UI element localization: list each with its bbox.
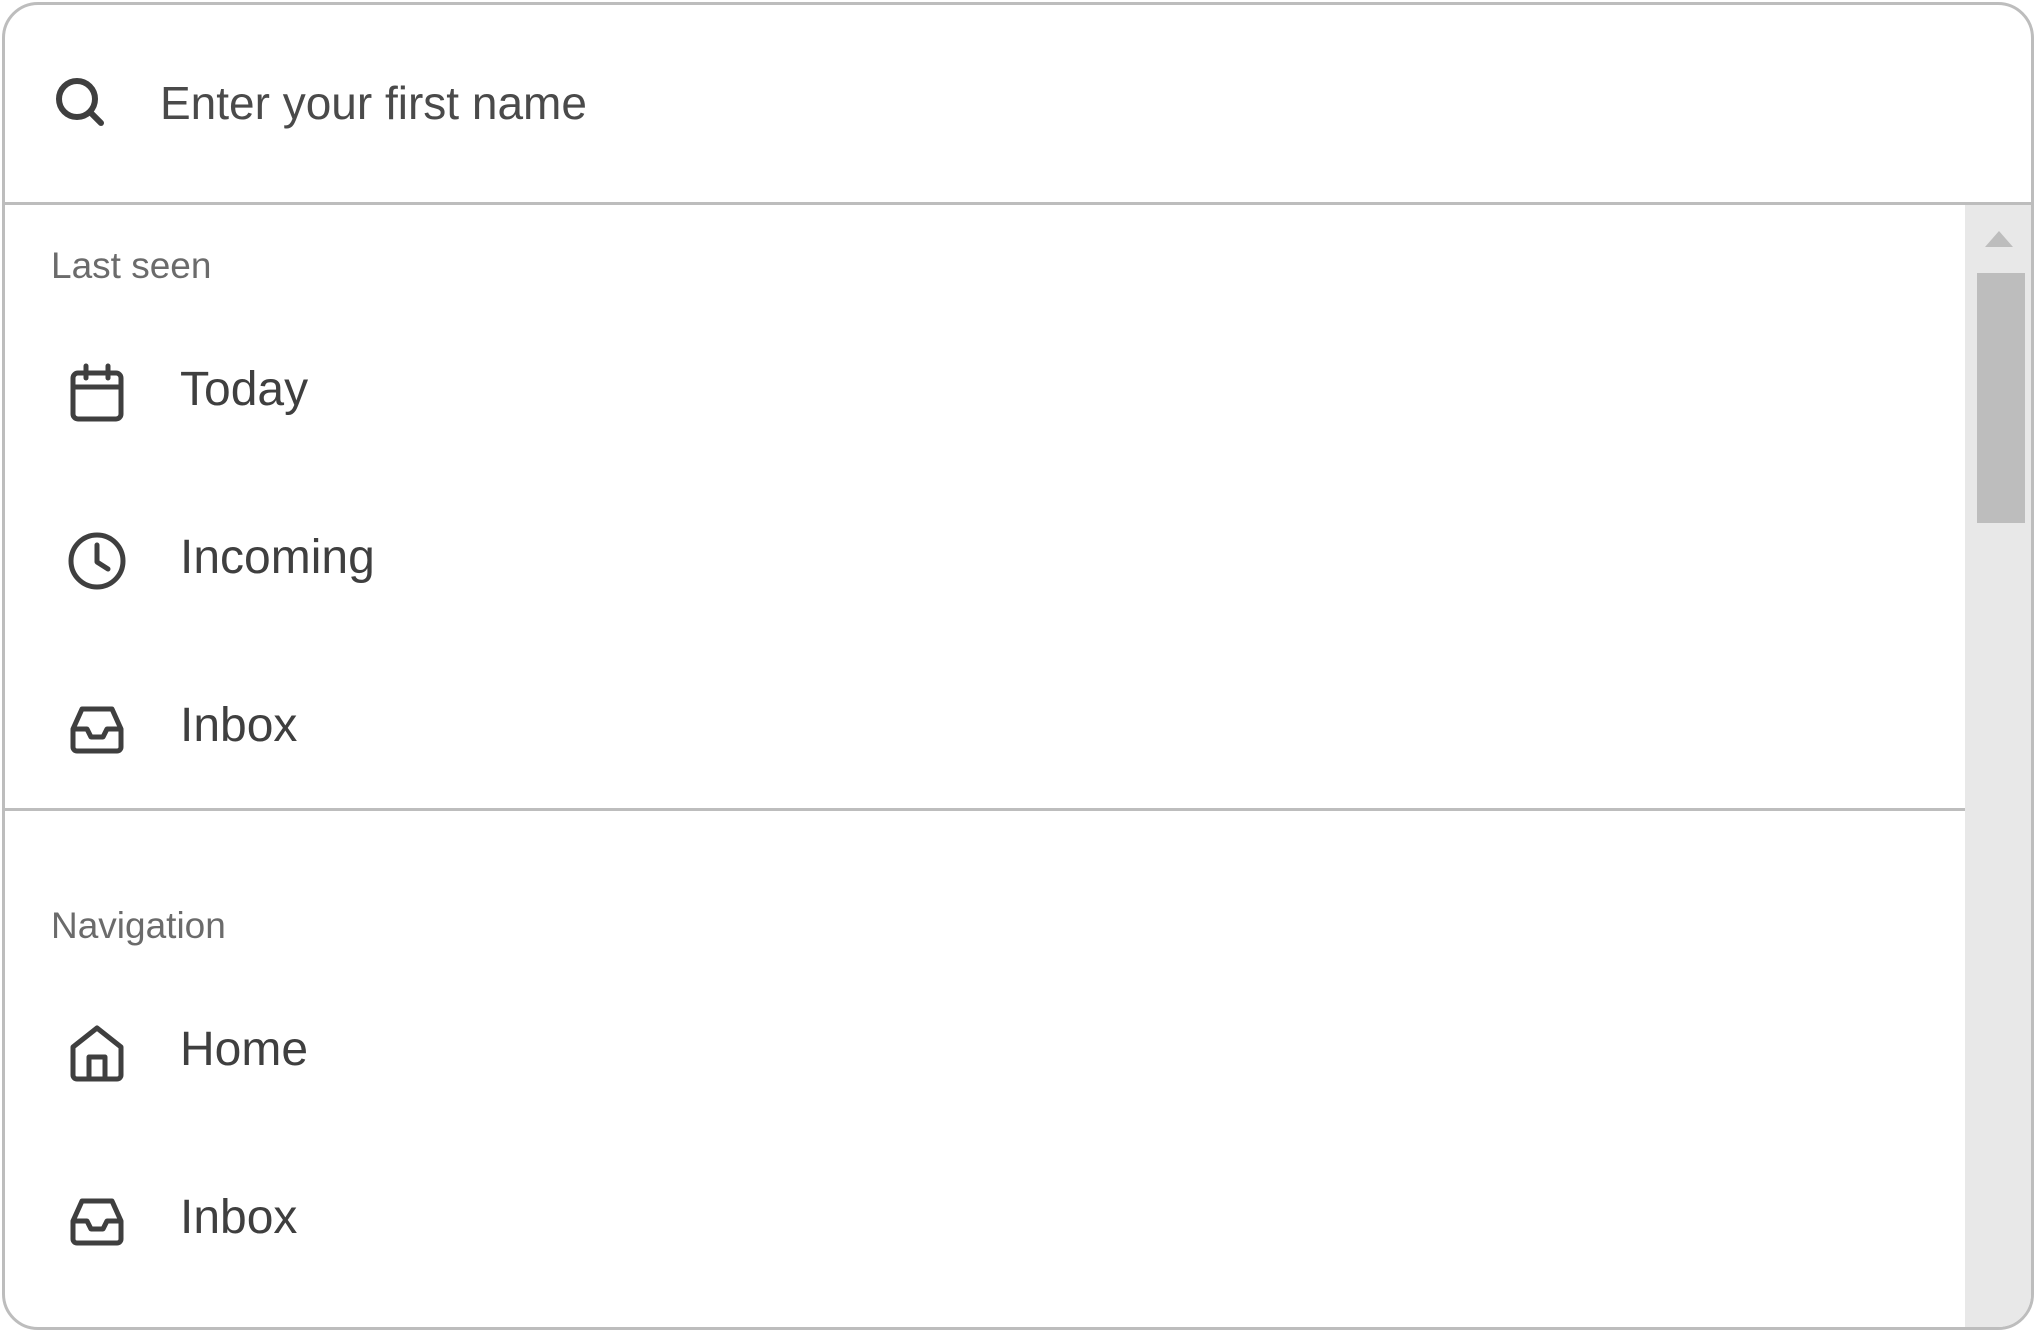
search-bar <box>5 5 2031 205</box>
list-item-label: Inbox <box>180 699 298 752</box>
list-item-inbox-last-seen[interactable]: Inbox <box>5 654 1971 804</box>
inbox-icon <box>70 1198 124 1246</box>
section-header-last-seen: Last seen <box>51 245 212 286</box>
list-item-today[interactable]: Today <box>5 318 1971 468</box>
home-icon <box>70 1025 124 1082</box>
section-header-navigation: Navigation <box>51 905 226 946</box>
clock-icon <box>68 532 126 590</box>
list-item-label: Home <box>180 1023 309 1076</box>
inbox-icon <box>70 706 124 754</box>
list-item-home[interactable]: Home <box>5 978 1971 1128</box>
list-item-inbox-navigation[interactable]: Inbox <box>5 1146 1971 1296</box>
scroll-up-arrow-icon[interactable] <box>1985 231 2013 247</box>
command-palette: Last seen Today Incoming Inbox <box>2 2 2034 1330</box>
list-item-label: Incoming <box>180 531 375 584</box>
scrollbar-thumb[interactable] <box>1977 273 2025 523</box>
section-divider <box>5 808 1971 811</box>
search-input[interactable] <box>160 65 1860 141</box>
results-list: Last seen Today Incoming Inbox Navigatio… <box>5 205 1971 1327</box>
search-icon <box>56 78 104 126</box>
list-item-label: Today <box>180 363 309 416</box>
calendar-icon <box>70 363 124 422</box>
list-item-incoming[interactable]: Incoming <box>5 486 1971 636</box>
list-item-label: Inbox <box>180 1191 298 1244</box>
scrollbar[interactable] <box>1965 205 2031 1327</box>
